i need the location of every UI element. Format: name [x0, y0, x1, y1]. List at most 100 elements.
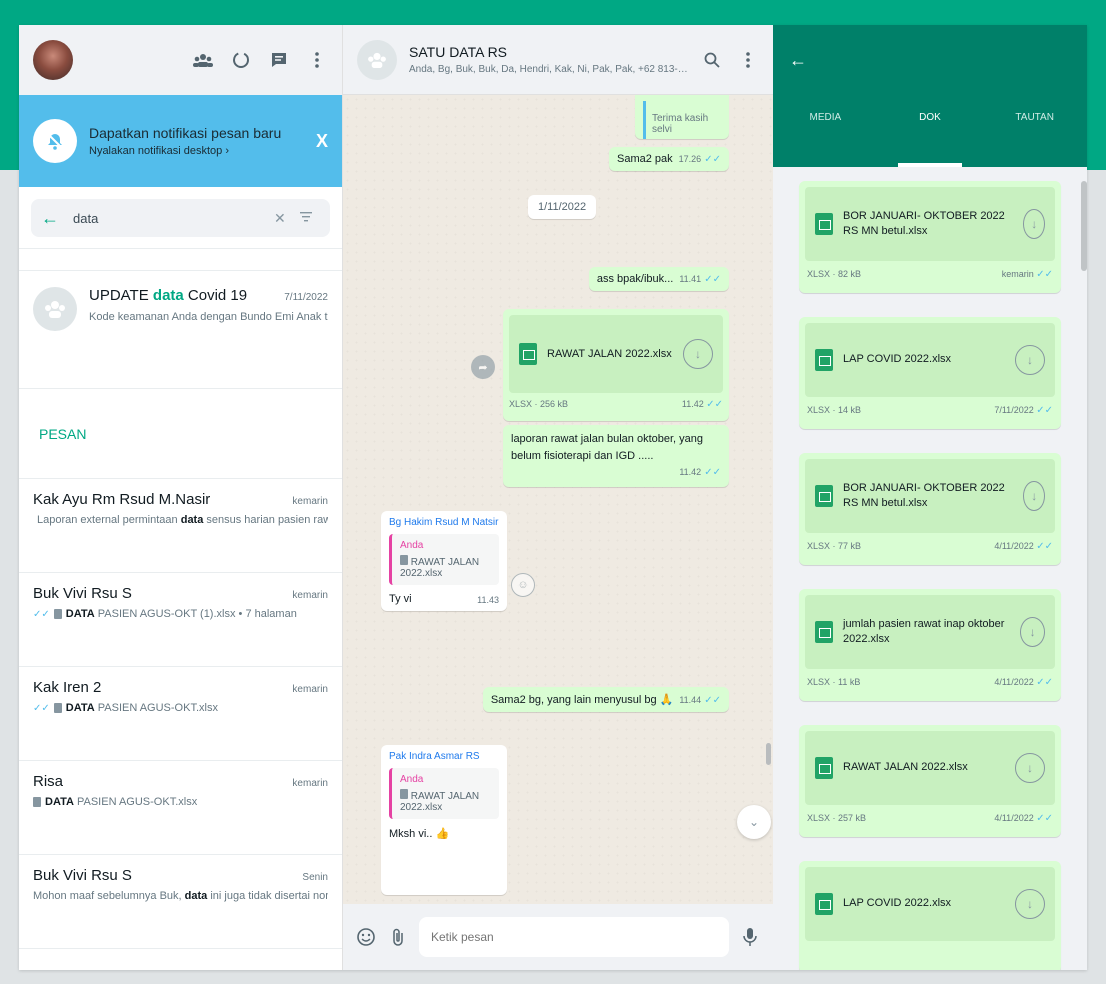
spreadsheet-icon	[815, 893, 833, 915]
read-ticks-icon: ✓✓	[1036, 269, 1053, 280]
message-area[interactable]: Terima kasih selvi Sama2 pak 17.26 ✓✓ 1/1…	[343, 95, 773, 904]
info-pane: ← MEDIA DOK TAUTAN BOR JANUARI- OKTOBER …	[773, 25, 1087, 970]
new-chat-icon[interactable]	[268, 49, 290, 71]
message-result-item[interactable]: Kak Ayu Rm Rsud M.Nasir kemarin Laporan …	[19, 479, 342, 573]
document-date: 4/11/2022	[994, 813, 1034, 823]
scrollbar[interactable]	[766, 743, 771, 765]
search-results: UPDATE data Covid 19 7/11/2022 Kode keam…	[19, 249, 342, 970]
media-tabs: MEDIA DOK TAUTAN	[773, 95, 1087, 167]
message-result-item[interactable]: Kak Iren 2 kemarin ✓✓ DATA PASIEN AGUS-O…	[19, 667, 342, 761]
group-name: UPDATE data Covid 19	[89, 287, 248, 304]
notification-title: Dapatkan notifikasi pesan baru	[89, 125, 282, 141]
communities-icon[interactable]	[192, 49, 214, 71]
document-item[interactable]: BOR JANUARI- OKTOBER 2022 RS MN betul.xl…	[799, 453, 1061, 565]
search-icon[interactable]	[701, 49, 723, 71]
list-item	[19, 249, 342, 271]
download-icon[interactable]: ↓	[1023, 209, 1045, 239]
document-meta: XLSX · 11 kB	[807, 677, 861, 687]
chat-title: SATU DATA RS	[409, 44, 508, 60]
filter-icon[interactable]	[300, 209, 320, 227]
document-date: 7/11/2022	[994, 405, 1034, 415]
menu-icon[interactable]	[306, 49, 328, 71]
message-bubble[interactable]: Sama2 bg, yang lain menyusul bg 🙏 11.44 ✓…	[482, 687, 729, 712]
notification-link[interactable]: Nyalakan notifikasi desktop ›	[89, 145, 316, 157]
message-bubble[interactable]: Terima kasih selvi	[635, 95, 729, 139]
message-bubble[interactable]: laporan rawat jalan bulan oktober, yang …	[503, 425, 729, 487]
chat-preview: ✓✓ DATA PASIEN AGUS-OKT.xlsx	[33, 702, 218, 714]
download-icon[interactable]: ↓	[683, 339, 713, 369]
read-ticks-icon: ✓✓	[1036, 677, 1053, 688]
document-item[interactable]: jumlah pasien rawat inap oktober 2022.xl…	[799, 589, 1061, 701]
chat-name: Buk Vivi Rsu S	[33, 585, 132, 602]
download-icon[interactable]: ↓	[1015, 345, 1045, 375]
download-icon[interactable]: ↓	[1023, 481, 1045, 511]
document-item[interactable]: BOR JANUARI- OKTOBER 2022 RS MN betul.xl…	[799, 181, 1061, 293]
chat-preview: Mohon maaf sebelumnya Buk, data ini juga…	[33, 890, 328, 902]
tab-links[interactable]: TAUTAN	[982, 95, 1087, 167]
group-result-item[interactable]: UPDATE data Covid 19 7/11/2022 Kode keam…	[19, 271, 342, 389]
avatar[interactable]	[33, 40, 73, 80]
microphone-icon[interactable]	[739, 926, 761, 948]
tab-media[interactable]: MEDIA	[773, 95, 878, 167]
download-icon[interactable]: ↓	[1015, 753, 1045, 783]
message-result-item[interactable]: Risa kemarin DATA PASIEN AGUS-OKT.xlsx	[19, 761, 342, 855]
emoji-reaction-icon[interactable]: ☺	[511, 573, 535, 597]
close-icon[interactable]: X	[316, 131, 328, 152]
message-input[interactable]	[419, 917, 729, 957]
document-icon	[53, 703, 62, 713]
sender-name[interactable]: Bg Hakim Rsud M Natsir	[389, 517, 499, 528]
read-ticks-icon: ✓✓	[33, 702, 50, 714]
document-name: BOR JANUARI- OKTOBER 2022 RS MN betul.xl…	[843, 209, 1005, 237]
chat-preview: Kode keamanan Anda dengan Bundo Emi Anak…	[89, 310, 328, 323]
chat-header[interactable]: SATU DATA RS Anda, Bg, Buk, Buk, Da, Hen…	[343, 25, 773, 95]
download-icon[interactable]: ↓	[1020, 617, 1045, 647]
back-arrow-icon[interactable]: ←	[789, 50, 807, 71]
file-message-bubble[interactable]: RAWAT JALAN 2022.xlsx ↓ XLSX · 256 kB 11…	[503, 309, 729, 421]
document-item[interactable]: LAP COVID 2022.xlsx ↓ XLSX · 14 kB 7/11/2…	[799, 317, 1061, 429]
sender-name[interactable]: Pak Indra Asmar RS	[389, 751, 499, 762]
incoming-message-bubble[interactable]: Bg Hakim Rsud M Natsir Anda RAWAT JALAN …	[381, 511, 507, 611]
message-time: 11.42	[681, 399, 704, 409]
forward-icon[interactable]: ➦	[471, 355, 495, 379]
message-time: 11.41	[679, 274, 702, 284]
notification-banner[interactable]: Dapatkan notifikasi pesan baru Nyalakan …	[19, 95, 342, 187]
composer	[343, 904, 773, 970]
message-text: Sama2 pak	[616, 153, 673, 165]
scrollbar[interactable]	[1081, 181, 1087, 271]
quoted-message: Terima kasih selvi	[643, 101, 721, 139]
status-icon[interactable]	[230, 49, 252, 71]
read-ticks-icon: ✓✓	[1036, 813, 1053, 824]
attach-icon[interactable]	[387, 926, 409, 948]
message-time: 11.43	[477, 595, 499, 605]
clear-icon[interactable]: ✕	[274, 210, 294, 227]
search-box: ← ✕	[31, 199, 330, 237]
emoji-icon[interactable]	[355, 926, 377, 948]
spreadsheet-icon	[815, 621, 833, 643]
download-icon[interactable]: ↓	[1015, 889, 1045, 919]
file-attachment[interactable]: RAWAT JALAN 2022.xlsx ↓	[509, 315, 723, 393]
tab-docs[interactable]: DOK	[878, 95, 983, 167]
message-bubble[interactable]: Sama2 pak 17.26 ✓✓	[608, 147, 729, 171]
scroll-down-button[interactable]: ⌄	[737, 805, 771, 839]
message-result-item[interactable]: Buk Vivi Rsu S Senin Mohon maaf sebelumn…	[19, 855, 342, 949]
back-arrow-icon[interactable]: ←	[41, 208, 65, 229]
document-item[interactable]: RAWAT JALAN 2022.xlsx ↓ XLSX · 257 kB 4/1…	[799, 725, 1061, 837]
document-item[interactable]: LAP COVID 2022.xlsx ↓	[799, 861, 1061, 970]
info-header: ←	[773, 25, 1087, 95]
menu-icon[interactable]	[737, 49, 759, 71]
document-meta: XLSX · 14 kB	[807, 405, 862, 415]
search-input[interactable]	[73, 210, 274, 226]
incoming-message-bubble[interactable]: Pak Indra Asmar RS Anda RAWAT JALAN 2022…	[381, 745, 507, 895]
chat-name: Risa	[33, 773, 64, 790]
chat-time: kemarin	[292, 778, 328, 789]
participants-list: Anda, Bg, Buk, Buk, Da, Hendri, Kak, Ni,…	[409, 64, 693, 75]
message-text: laporan rawat jalan bulan oktober, yang …	[511, 433, 704, 462]
group-avatar-icon[interactable]	[357, 39, 397, 80]
read-ticks-icon: ✓✓	[33, 608, 50, 620]
message-result-item[interactable]: Buk Vivi Rsu S kemarin ✓✓ DATA PASIEN AG…	[19, 573, 342, 667]
document-meta: XLSX · 82 kB	[807, 269, 862, 279]
quoted-message[interactable]: Anda RAWAT JALAN 2022.xlsx	[389, 768, 499, 819]
message-bubble[interactable]: ass bpak/ibuk... 11.41 ✓✓	[588, 267, 729, 291]
quoted-message[interactable]: Anda RAWAT JALAN 2022.xlsx	[389, 534, 499, 585]
read-ticks-icon: ✓✓	[706, 399, 723, 410]
